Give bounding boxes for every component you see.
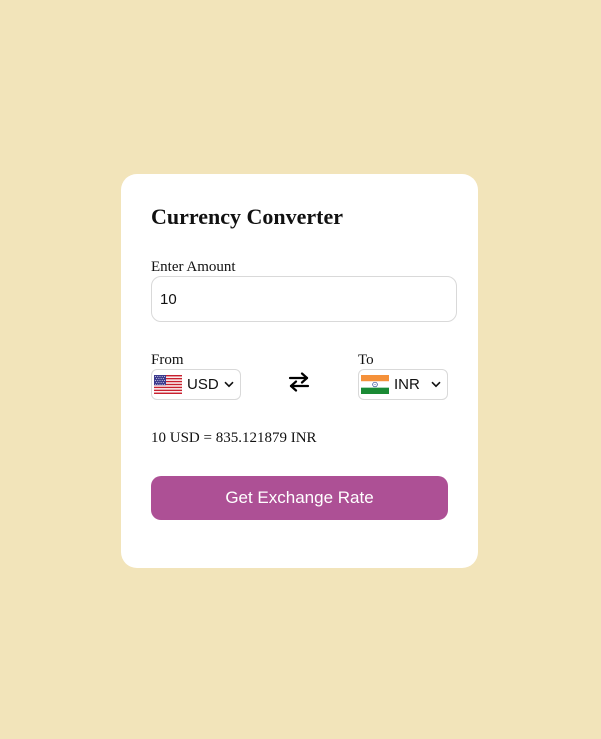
amount-input[interactable]	[151, 276, 457, 322]
amount-label: Enter Amount	[151, 259, 236, 275]
from-currency-code: USD	[187, 375, 219, 393]
get-exchange-rate-button[interactable]: Get Exchange Rate	[151, 476, 448, 520]
in-flag-icon	[361, 375, 389, 394]
from-label: From	[151, 352, 184, 368]
to-label: To	[358, 352, 374, 368]
chevron-down-icon	[431, 381, 441, 388]
us-flag-icon	[154, 375, 182, 394]
to-currency-code: INR	[394, 375, 420, 393]
page-title: Currency Converter	[151, 204, 344, 229]
exchange-rate-result: 10 USD = 835.121879 INR	[151, 430, 317, 446]
converter-card: Currency Converter Enter Amount From USD	[121, 174, 478, 568]
to-currency-select[interactable]: INR	[358, 369, 448, 400]
chevron-down-icon	[224, 381, 234, 388]
from-currency-select[interactable]: USD	[151, 369, 241, 400]
swap-arrows-icon[interactable]	[288, 371, 310, 393]
